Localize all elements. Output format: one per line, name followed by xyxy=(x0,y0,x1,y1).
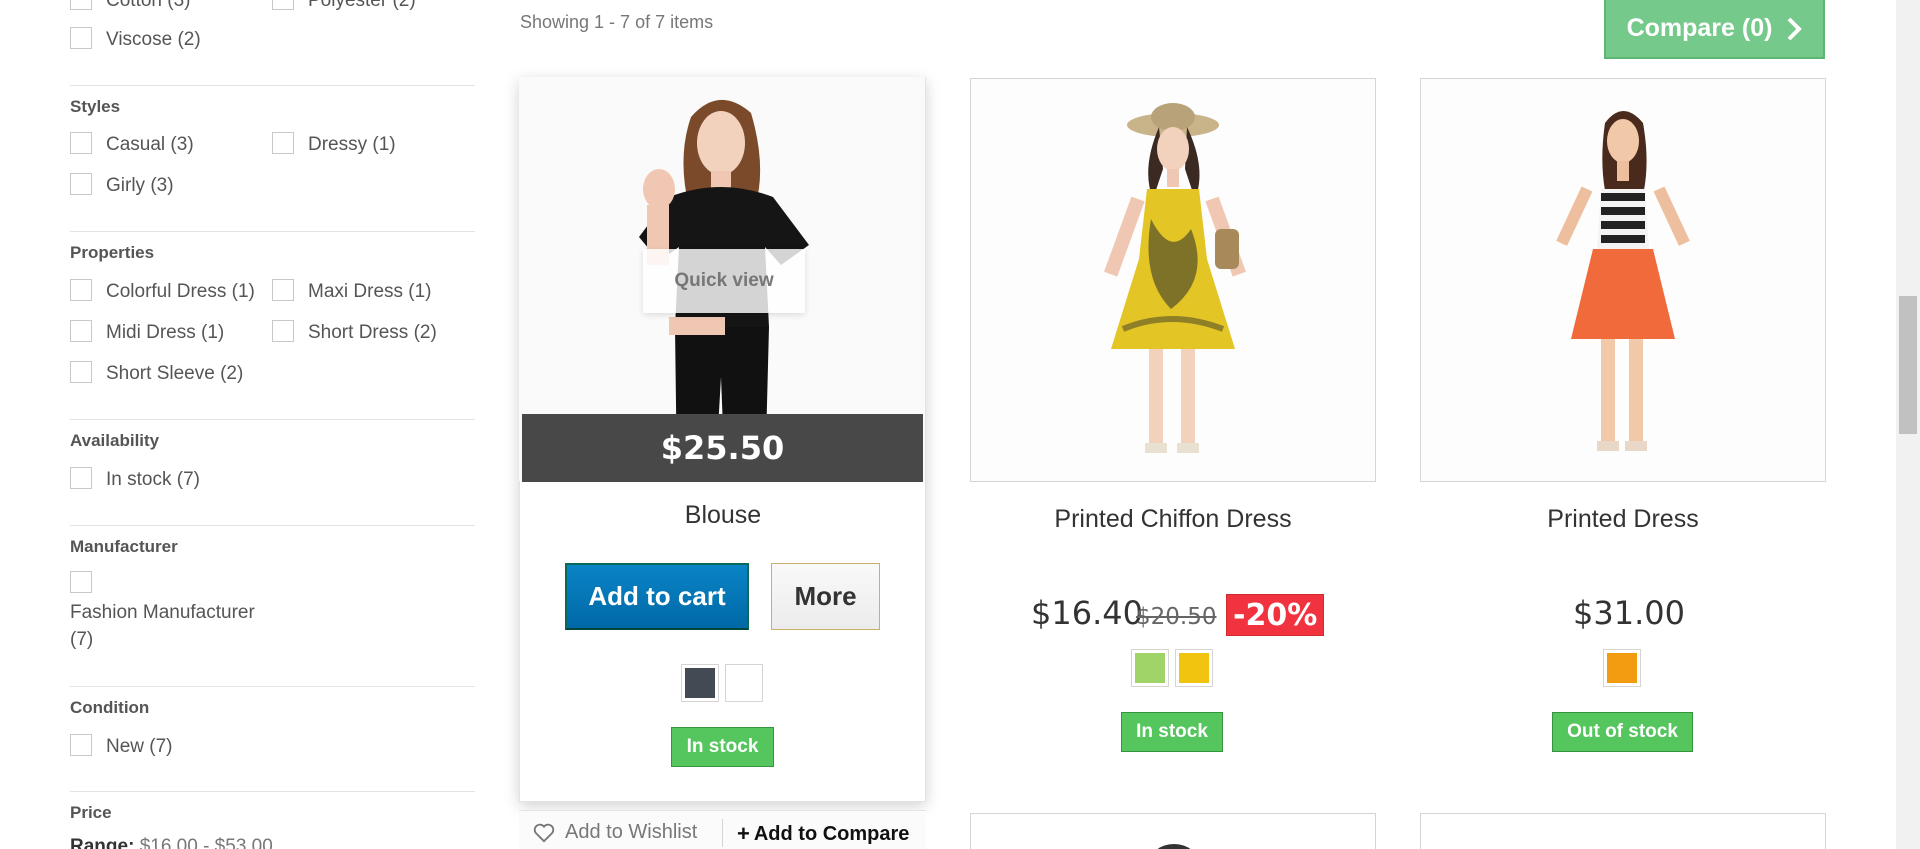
color-swatch[interactable] xyxy=(1175,649,1213,687)
heart-icon xyxy=(533,823,555,842)
quick-view-button[interactable]: Quick view xyxy=(643,249,805,313)
checkbox[interactable] xyxy=(272,0,294,10)
product-price: $31.00 xyxy=(1573,594,1685,632)
old-price: $20.50 xyxy=(1136,604,1217,630)
color-swatch[interactable] xyxy=(725,664,763,702)
checkbox[interactable] xyxy=(70,361,92,383)
filter-option-fashion-manufacturer[interactable]: Fashion Manufacturer xyxy=(70,602,255,624)
color-swatch[interactable] xyxy=(1131,649,1169,687)
compare-button[interactable]: Compare (0) xyxy=(1604,0,1825,59)
checkbox[interactable] xyxy=(70,320,92,342)
checkbox[interactable] xyxy=(70,132,92,154)
divider xyxy=(70,791,475,792)
add-to-cart-button[interactable]: Add to cart xyxy=(565,563,749,630)
results-count: Showing 1 - 7 of 7 items xyxy=(520,12,714,32)
divider xyxy=(70,231,475,232)
product-name-blouse[interactable]: Blouse xyxy=(520,501,926,530)
stock-badge: Out of stock xyxy=(1552,712,1693,752)
discount-badge: -20% xyxy=(1226,594,1325,636)
checkbox[interactable] xyxy=(272,320,294,342)
checkbox[interactable] xyxy=(272,279,294,301)
checkbox[interactable] xyxy=(70,467,92,489)
plus-icon: + xyxy=(737,821,750,846)
divider xyxy=(722,819,723,847)
product-card-partial[interactable] xyxy=(1420,813,1826,849)
more-button[interactable]: More xyxy=(771,563,880,630)
add-to-compare-link[interactable]: + Add to Compare xyxy=(737,821,909,847)
price-range: Range: $16.00 - $53.00 xyxy=(70,836,273,849)
stock-badge: In stock xyxy=(1121,712,1223,752)
add-to-wishlist-link[interactable]: Add to Wishlist xyxy=(533,821,697,844)
divider xyxy=(70,419,475,420)
chiffon-dress-model-image xyxy=(971,79,1375,481)
filter-title-properties: Properties xyxy=(70,243,155,262)
filter-title-availability: Availability xyxy=(70,431,160,450)
checkbox[interactable] xyxy=(70,173,92,195)
product-image-printed-chiffon-dress[interactable] xyxy=(970,78,1376,482)
filter-title-condition: Condition xyxy=(70,698,150,717)
checkbox[interactable] xyxy=(70,279,92,301)
filter-title-styles: Styles xyxy=(70,97,121,116)
divider xyxy=(70,85,475,86)
divider xyxy=(70,525,475,526)
checkbox[interactable] xyxy=(70,734,92,756)
product-image-printed-dress[interactable] xyxy=(1420,78,1826,482)
product-name-printed-dress[interactable]: Printed Dress xyxy=(1420,505,1826,534)
divider xyxy=(70,686,475,687)
checkbox[interactable] xyxy=(70,0,92,10)
checkbox-fashion-manufacturer[interactable] xyxy=(70,571,92,593)
checkbox[interactable] xyxy=(70,27,92,49)
scrollbar-thumb[interactable] xyxy=(1899,296,1917,434)
product-name-printed-chiffon-dress[interactable]: Printed Chiffon Dress xyxy=(970,505,1376,534)
chevron-right-icon xyxy=(1788,17,1803,40)
filter-title-price: Price xyxy=(70,803,112,822)
product-price: $16.40 xyxy=(1031,594,1143,632)
color-swatch[interactable] xyxy=(681,664,719,702)
printed-dress-model-image xyxy=(1421,79,1825,481)
stock-badge: In stock xyxy=(671,727,774,767)
price-overlay: $25.50 xyxy=(522,414,923,482)
checkbox[interactable] xyxy=(272,132,294,154)
product-card-partial[interactable] xyxy=(970,813,1376,849)
color-swatch[interactable] xyxy=(1603,649,1641,687)
product-card-blouse[interactable]: Quick view $25.50 Blouse Add to cart Mor… xyxy=(519,77,926,802)
card-footer-blouse: Add to Wishlist + Add to Compare xyxy=(519,810,926,849)
filter-option-fashion-manufacturer-count[interactable]: (7) xyxy=(70,629,93,651)
filter-title-manufacturer: Manufacturer xyxy=(70,537,178,556)
